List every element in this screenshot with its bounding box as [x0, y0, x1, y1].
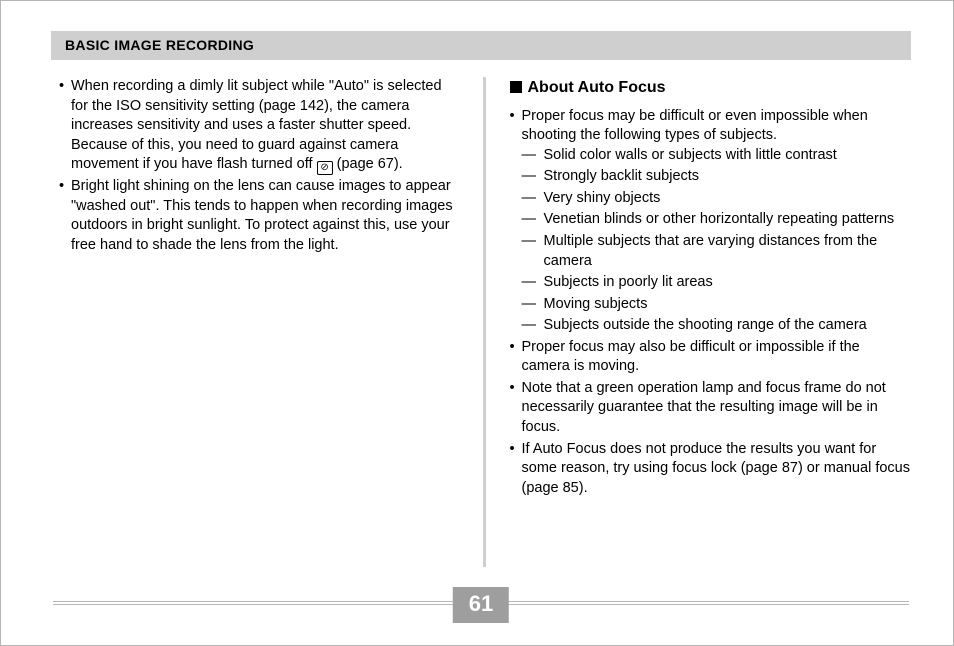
right-column: About Auto Focus Proper focus may be dif…: [486, 77, 912, 565]
dash-text: Solid color walls or subjects with littl…: [544, 147, 837, 163]
page-number-badge: 61: [453, 587, 509, 623]
section-header: BASIC IMAGE RECORDING: [51, 31, 911, 60]
dash-text: Strongly backlit subjects: [544, 168, 700, 184]
right-bullet-2: Proper focus may also be difficult or im…: [510, 338, 912, 377]
manual-page: BASIC IMAGE RECORDING When recording a d…: [0, 0, 954, 646]
dash-item: Very shiny objects: [522, 189, 912, 209]
dash-text: Subjects outside the shooting range of t…: [544, 317, 867, 333]
dash-text: Multiple subjects that are varying dista…: [544, 233, 878, 269]
dash-text: Very shiny objects: [544, 190, 661, 206]
dash-item: Subjects outside the shooting range of t…: [522, 316, 912, 336]
bullet-text: Proper focus may also be difficult or im…: [522, 339, 860, 375]
dash-item: Subjects in poorly lit areas: [522, 273, 912, 293]
left-bullet-list: When recording a dimly lit subject while…: [59, 77, 461, 256]
bullet-text: If Auto Focus does not produce the resul…: [522, 441, 910, 496]
left-bullet-2: Bright light shining on the lens can cau…: [59, 177, 461, 255]
section-header-text: BASIC IMAGE RECORDING: [65, 37, 254, 53]
right-bullet-3: Note that a green operation lamp and foc…: [510, 379, 912, 438]
right-bullet-1: Proper focus may be difficult or even im…: [510, 107, 912, 336]
dash-item: Venetian blinds or other horizontally re…: [522, 210, 912, 230]
dash-text: Subjects in poorly lit areas: [544, 274, 713, 290]
bullet-text-post: (page 67).: [337, 156, 403, 172]
dash-item: Strongly backlit subjects: [522, 167, 912, 187]
bullet-text: Note that a green operation lamp and foc…: [522, 380, 886, 435]
right-bullet-4: If Auto Focus does not produce the resul…: [510, 440, 912, 499]
dash-text: Venetian blinds or other horizontally re…: [544, 211, 895, 227]
square-bullet-icon: [510, 81, 522, 93]
bullet-text: Bright light shining on the lens can cau…: [71, 178, 453, 253]
subsection-heading-text: About Auto Focus: [528, 79, 666, 96]
content-columns: When recording a dimly lit subject while…: [59, 77, 911, 565]
dash-text: Moving subjects: [544, 296, 648, 312]
left-column: When recording a dimly lit subject while…: [59, 77, 483, 565]
right-bullet-list: Proper focus may be difficult or even im…: [510, 107, 912, 499]
dash-item: Moving subjects: [522, 295, 912, 315]
dash-item: Multiple subjects that are varying dista…: [522, 232, 912, 271]
flash-off-icon: ⊘: [317, 161, 333, 175]
page-footer: 61: [51, 587, 911, 619]
subsection-heading: About Auto Focus: [510, 77, 912, 99]
left-bullet-1: When recording a dimly lit subject while…: [59, 77, 461, 175]
page-number: 61: [469, 591, 493, 616]
dash-sublist: Solid color walls or subjects with littl…: [522, 146, 912, 336]
dash-item: Solid color walls or subjects with littl…: [522, 146, 912, 166]
bullet-text: Proper focus may be difficult or even im…: [522, 108, 868, 144]
